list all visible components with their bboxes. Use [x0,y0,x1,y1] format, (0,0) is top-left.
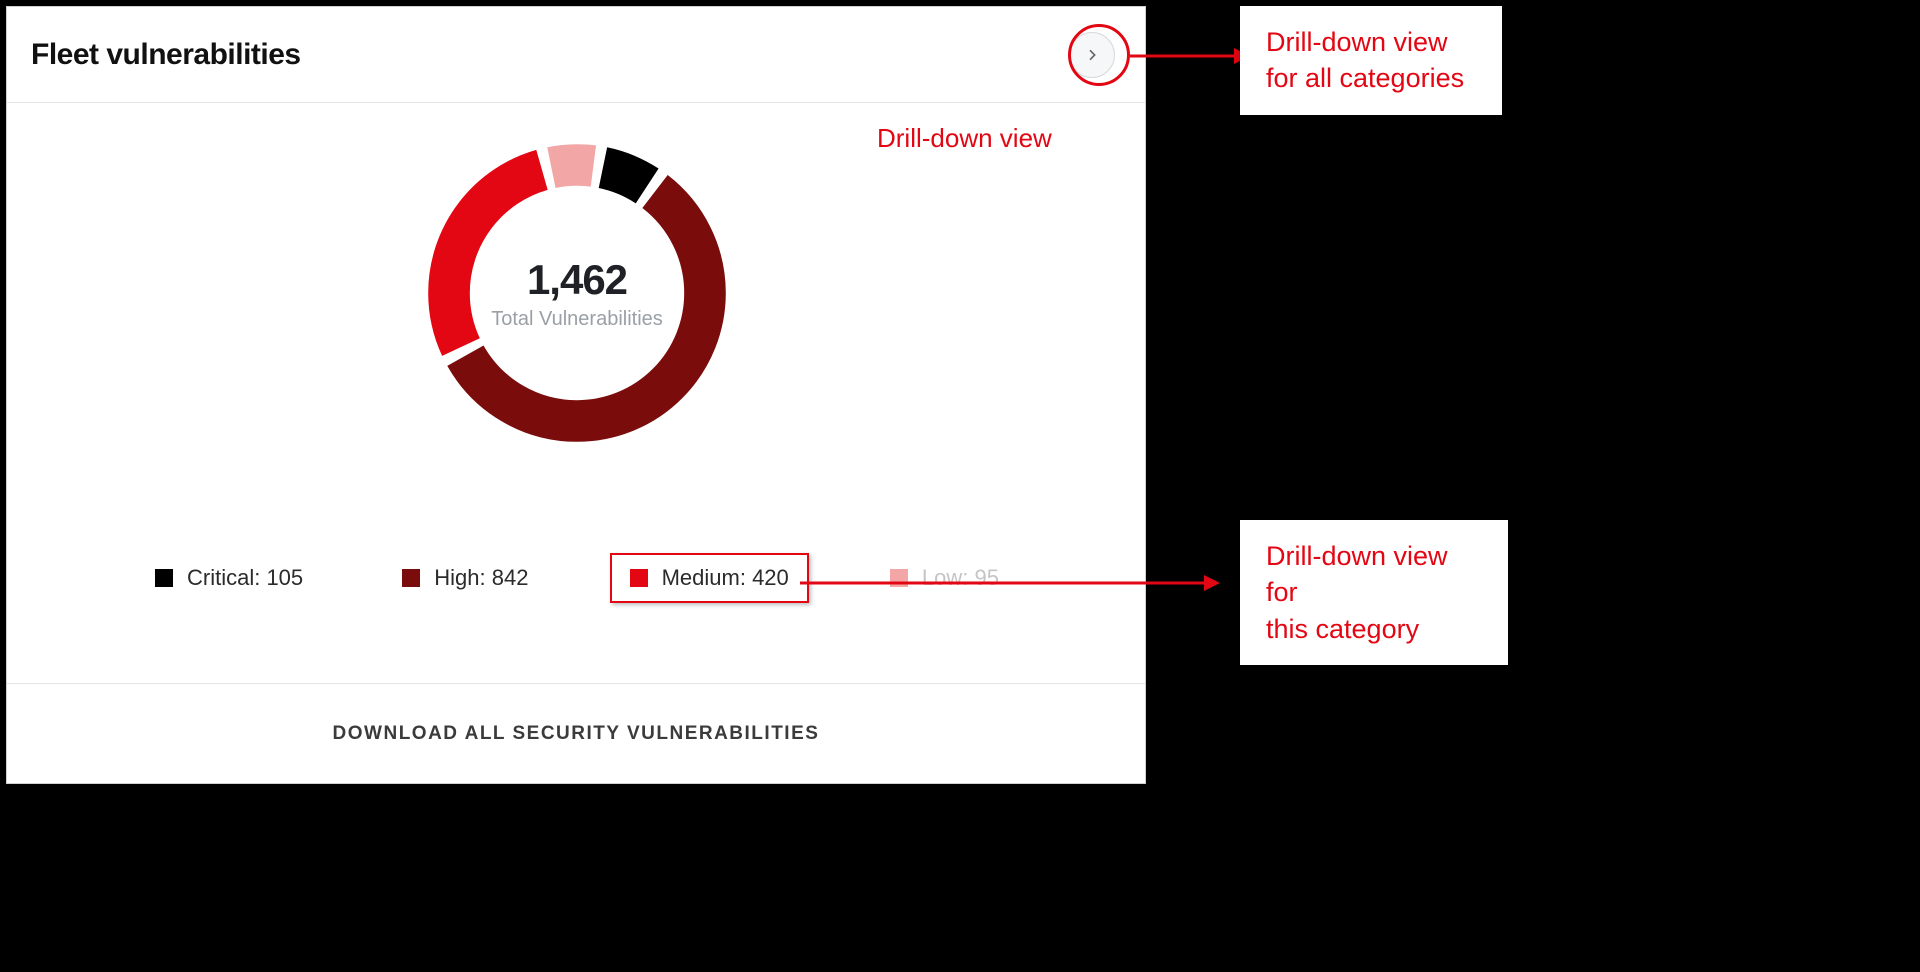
card-header: Fleet vulnerabilities [7,7,1145,103]
legend-label: High: 842 [434,565,528,591]
legend-item-critical[interactable]: Critical: 105 [137,553,321,603]
drill-down-all-button[interactable] [1069,32,1115,78]
annotation-inline: Drill-down view [877,123,1052,154]
card-title: Fleet vulnerabilities [31,38,301,72]
annotation-arrow-top [1130,44,1250,68]
download-all-link[interactable]: DOWNLOAD ALL SECURITY VULNERABILITIES [333,723,820,745]
legend-swatch [155,569,173,587]
legend-label: Critical: 105 [187,565,303,591]
legend-label: Low: 95 [922,565,999,591]
legend-swatch [630,569,648,587]
chevron-right-icon [1084,47,1100,63]
card-footer: DOWNLOAD ALL SECURITY VULNERABILITIES [7,683,1145,783]
card-body: 1,462 Total Vulnerabilities Critical: 10… [7,103,1145,683]
fleet-vulnerabilities-card: Fleet vulnerabilities 1,462 Total Vulner… [6,6,1146,784]
legend-item-low[interactable]: Low: 95 [872,553,1017,603]
legend: Critical: 105 High: 842 Medium: 420 Low: 95 [137,553,1017,603]
annotation-callout-bottom: Drill-down view for this category [1240,520,1508,665]
legend-swatch [890,569,908,587]
legend-item-high[interactable]: High: 842 [384,553,546,603]
legend-label: Medium: 420 [662,565,789,591]
donut-chart[interactable]: 1,462 Total Vulnerabilities [417,133,737,453]
annotation-callout-top: Drill-down view for all categories [1240,6,1502,115]
legend-item-medium[interactable]: Medium: 420 [610,553,809,603]
stage: Fleet vulnerabilities 1,462 Total Vulner… [0,0,1520,790]
legend-swatch [402,569,420,587]
